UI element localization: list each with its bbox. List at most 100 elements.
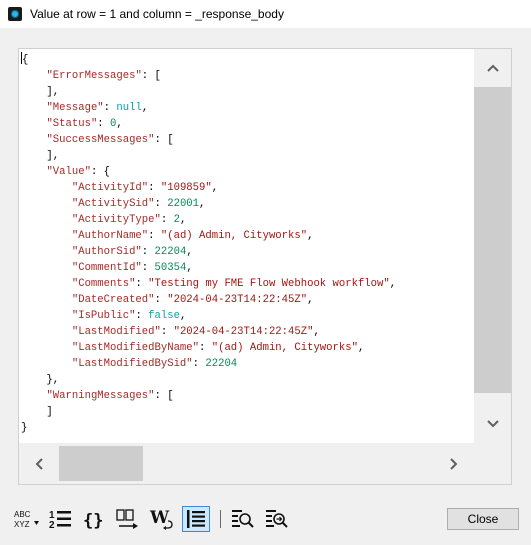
code-token: "ActivityId" <box>71 182 149 194</box>
code-line: ], <box>19 148 474 164</box>
code-token: "LastModified" <box>71 326 161 338</box>
code-token: : <box>141 262 155 274</box>
code-token: : { <box>90 166 111 178</box>
line-numbers-button[interactable]: 1 2 <box>46 506 74 532</box>
code-token: 22204 <box>154 246 187 258</box>
code-token: ] <box>21 406 53 418</box>
scroll-right-icon[interactable] <box>434 443 474 484</box>
code-token: , <box>141 102 149 114</box>
code-line: "Message": null, <box>19 100 474 116</box>
code-line: "Value": { <box>19 164 474 180</box>
word-wrap-button[interactable]: W <box>148 506 176 532</box>
word-wrap-icon: W <box>149 508 173 530</box>
code-line: "CommentId": 50354, <box>19 260 474 276</box>
sort-icon: ABC XYZ <box>14 510 39 529</box>
open-external-button[interactable] <box>114 506 142 532</box>
code-token: : <box>97 118 111 130</box>
code-token: , <box>116 118 123 130</box>
code-token: : [ <box>154 134 174 146</box>
value-editor[interactable]: { "ErrorMessages": [ ], "Message": null,… <box>18 48 512 485</box>
code-token: : <box>148 182 161 194</box>
code-token: , <box>389 278 397 290</box>
code-line: "ActivitySid": 22001, <box>19 196 474 212</box>
find-button[interactable] <box>229 506 257 532</box>
code-token: : <box>135 278 149 290</box>
code-token: , <box>307 294 314 306</box>
code-token: "(ad) Admin, Cityworks" <box>160 230 308 242</box>
code-token: 22001 <box>167 198 200 210</box>
code-token: , <box>313 326 320 338</box>
json-text-area[interactable]: { "ErrorMessages": [ ], "Message": null,… <box>19 49 474 443</box>
code-token: "ActivityType" <box>71 214 161 226</box>
sort-text-top: ABC <box>14 510 31 519</box>
toolbar-separator <box>220 510 221 528</box>
code-token: 22204 <box>205 358 238 370</box>
find-next-button[interactable] <box>263 506 291 532</box>
title-bar: Value at row = 1 and column = _response_… <box>0 0 531 28</box>
horizontal-scrollbar[interactable] <box>19 443 474 484</box>
format-json-button[interactable]: {} <box>80 506 108 532</box>
code-token: : [ <box>141 70 161 82</box>
code-line: "LastModifiedBySid": 22204 <box>19 356 474 372</box>
code-token: , <box>357 342 365 354</box>
close-button[interactable]: Close <box>447 508 519 530</box>
code-token: : <box>135 310 149 322</box>
code-token: , <box>186 246 193 258</box>
code-token: null <box>116 102 142 114</box>
code-token: "AuthorName" <box>71 230 149 242</box>
code-line: "Comments": "Testing my FME Flow Webhook… <box>19 276 474 292</box>
code-token: "2024-04-23T14:22:45Z" <box>173 326 314 338</box>
code-line: ], <box>19 84 474 100</box>
code-token: , <box>199 198 206 210</box>
code-line: "DateCreated": "2024-04-23T14:22:45Z", <box>19 292 474 308</box>
code-line: "ErrorMessages": [ <box>19 68 474 84</box>
code-token: false <box>148 310 180 322</box>
app-icon <box>8 7 22 21</box>
find-next-icon <box>266 510 288 528</box>
code-token: , <box>211 182 219 194</box>
code-line: "SuccessMessages": [ <box>19 132 474 148</box>
scroll-down-icon[interactable] <box>474 405 511 443</box>
scrollbar-corner <box>474 443 511 484</box>
code-token: : <box>160 214 174 226</box>
code-token: "IsPublic" <box>71 310 136 322</box>
whitespace-button[interactable] <box>182 506 210 532</box>
code-token: ], <box>21 86 60 98</box>
code-token: "2024-04-23T14:22:45Z" <box>167 294 308 306</box>
code-token: , <box>179 214 187 226</box>
code-token: "109859" <box>160 182 212 194</box>
code-token: "Message" <box>46 102 104 114</box>
vertical-scroll-thumb[interactable] <box>474 87 511 393</box>
code-token: "ErrorMessages" <box>46 70 142 82</box>
code-token: : <box>154 198 168 210</box>
code-token: { <box>22 54 29 66</box>
code-line: "LastModifiedByName": "(ad) Admin, Cityw… <box>19 340 474 356</box>
code-line: }, <box>19 372 474 388</box>
sort-button[interactable]: ABC XYZ <box>12 506 40 532</box>
scroll-up-icon[interactable] <box>474 49 511 87</box>
code-token: , <box>179 310 187 322</box>
scroll-left-icon[interactable] <box>19 443 59 484</box>
code-line: "ActivityId": "109859", <box>19 180 474 196</box>
format-json-text: {} <box>83 511 103 531</box>
code-token: "AuthorSid" <box>71 246 142 258</box>
code-token: "(ad) Admin, Cityworks" <box>211 342 358 354</box>
format-json-icon: {} <box>83 511 103 531</box>
vertical-scrollbar[interactable] <box>474 49 511 443</box>
code-token: : <box>148 230 161 242</box>
sort-text-bottom: XYZ <box>14 520 30 529</box>
code-token: : <box>192 358 206 370</box>
horizontal-scroll-thumb[interactable] <box>59 446 143 481</box>
find-icon <box>232 510 254 528</box>
code-line: "WarningMessages": [ <box>19 388 474 404</box>
